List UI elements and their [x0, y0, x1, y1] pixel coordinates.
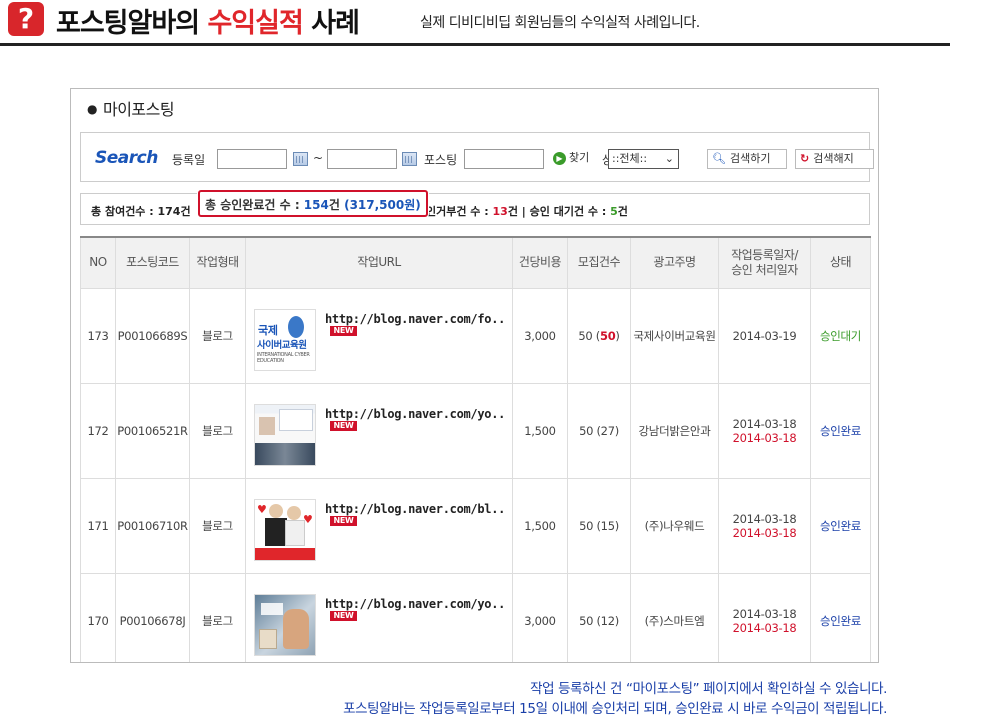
row-code: P00106521R: [115, 382, 190, 479]
row-date: 2014-03-19: [718, 287, 811, 384]
page-header: ? 포스팅알바의 수익실적 사례 실제 디비디비딥 회원님들의 수익실적 사례입…: [0, 0, 950, 46]
table-row: 172 P00106521R 블로그 http://blog.naver.com…: [80, 382, 871, 479]
col-cost: 건당비용: [512, 236, 568, 289]
new-badge: NEW: [330, 610, 357, 621]
col-status: 상태: [810, 236, 871, 289]
row-code: P00106678J: [115, 572, 190, 662]
row-advertiser: (주)스마트엠: [630, 572, 719, 662]
date-to-input[interactable]: [327, 149, 397, 169]
table-row: 173 P00106689S 블로그 국제 사이버교육원 INTERNATION…: [80, 287, 871, 384]
table-header: NO 포스팅코드 작업형태 작업URL 건당비용 모집건수 광고주명 작업등록일…: [80, 236, 871, 289]
row-cost: 3,000: [512, 287, 568, 384]
status-select[interactable]: ::전체:: ⌄: [608, 149, 679, 169]
chevron-down-icon: ⌄: [664, 152, 674, 165]
col-url: 작업URL: [245, 236, 513, 289]
footer-note: 작업 등록하신 건 “마이포스팅” 페이지에서 확인하실 수 있습니다. 포스팅…: [343, 679, 887, 719]
row-no: 170: [80, 572, 116, 662]
row-status: 승인완료: [810, 382, 871, 479]
calendar-icon[interactable]: [402, 152, 417, 166]
footer-line-1: 작업 등록하신 건 “마이포스팅” 페이지에서 확인하실 수 있습니다.: [530, 681, 887, 697]
row-url-cell: 국제 사이버교육원 INTERNATIONAL CYBER EDUCATION …: [245, 287, 513, 384]
date-from-input[interactable]: [217, 149, 287, 169]
row-url-link[interactable]: http://blog.naver.com/yo..: [325, 597, 505, 611]
row-advertiser: (주)나우웨드: [630, 477, 719, 574]
footer-line-2: 포스팅알바는 작업등록일로부터 15일 이내에 승인처리 되며, 승인완료 시 …: [343, 701, 887, 717]
row-cost: 1,500: [512, 477, 568, 574]
row-cost: 3,000: [512, 572, 568, 662]
rejected-waiting-count: 인거부건 수 : 13건 | 승인 대기건 수 : 5건: [426, 205, 628, 218]
row-code: P00106689S: [115, 287, 190, 384]
search-button[interactable]: 🔍︎ 검색하기: [707, 149, 787, 169]
row-no: 172: [80, 382, 116, 479]
find-button[interactable]: ▶ 찾기: [553, 149, 596, 169]
new-badge: NEW: [330, 420, 357, 431]
row-url-cell: http://blog.naver.com/yo.. NEW: [245, 572, 513, 662]
row-url-cell: http://blog.naver.com/yo.. NEW: [245, 382, 513, 479]
new-badge: NEW: [330, 325, 357, 336]
row-count: 50 (15): [567, 477, 631, 574]
row-type: 블로그: [189, 287, 246, 384]
thumbnail-image[interactable]: 국제 사이버교육원 INTERNATIONAL CYBER EDUCATION: [254, 308, 316, 371]
row-count: 50 (50): [567, 287, 631, 384]
row-url-link[interactable]: http://blog.naver.com/bl..: [325, 502, 505, 516]
question-icon: ?: [8, 2, 44, 36]
row-date: 2014-03-18 2014-03-18: [718, 572, 811, 662]
participate-count: 총 참여건수 : 174건: [91, 205, 191, 218]
row-code: P00106710R: [115, 477, 190, 574]
row-no: 173: [80, 287, 116, 384]
table-row: 170 P00106678J 블로그 http://blog.naver.com…: [80, 572, 871, 662]
section-title: ● 마이포스팅: [87, 100, 175, 119]
posting-label: 포스팅: [424, 153, 458, 167]
bullet-icon: ●: [87, 102, 97, 116]
col-advertiser: 광고주명: [630, 236, 719, 289]
page-subtitle: 실제 디비디비딥 회원님들의 수익실적 사례입니다.: [420, 15, 700, 31]
search-bar: Search 등록일 ~ 포스팅 ▶찾기 상태 ::전체::⌄ 🔍︎검색하기 ↻…: [80, 132, 874, 182]
posting-table: NO 포스팅코드 작업형태 작업URL 건당비용 모집건수 광고주명 작업등록일…: [80, 236, 871, 662]
col-count: 모집건수: [567, 236, 631, 289]
row-advertiser: 강남더밝은안과: [630, 382, 719, 479]
col-date: 작업등록일자/승인 처리일자: [718, 236, 811, 289]
thumbnail-image[interactable]: [254, 403, 316, 466]
refresh-icon: ↻: [800, 152, 810, 165]
row-count: 50 (12): [567, 572, 631, 662]
new-badge: NEW: [330, 515, 357, 526]
find-icon: ▶: [553, 152, 566, 165]
calendar-icon[interactable]: [293, 152, 308, 166]
row-type: 블로그: [189, 572, 246, 662]
row-status: 승인대기: [810, 287, 871, 384]
approved-count-highlight: 총 승인완료건 수 : 154건 (317,500원): [198, 190, 428, 217]
col-type: 작업형태: [189, 236, 246, 289]
page-title: 포스팅알바의 수익실적 사례: [56, 8, 360, 39]
thumbnail-image[interactable]: [254, 593, 316, 656]
thumbnail-image[interactable]: ♥ ♥: [254, 498, 316, 561]
tilde: ~: [313, 151, 324, 165]
row-cost: 1,500: [512, 382, 568, 479]
reset-button[interactable]: ↻ 검색해지: [795, 149, 874, 169]
row-date: 2014-03-18 2014-03-18: [718, 477, 811, 574]
table-row: 171 P00106710R 블로그 ♥ ♥ http://blog.naver…: [80, 477, 871, 574]
row-date: 2014-03-18 2014-03-18: [718, 382, 811, 479]
col-code: 포스팅코드: [115, 236, 190, 289]
date-label: 등록일: [172, 153, 206, 167]
col-no: NO: [80, 236, 116, 289]
myposting-panel: ●마이포스팅 Search 등록일 ~ 포스팅 ▶찾기 상태 ::전체::⌄ 🔍…: [70, 88, 879, 663]
search-icon: 🔍︎: [712, 152, 726, 165]
row-type: 블로그: [189, 382, 246, 479]
row-url-link[interactable]: http://blog.naver.com/yo..: [325, 407, 505, 421]
row-advertiser: 국제사이버교육원: [630, 287, 719, 384]
row-status: 승인완료: [810, 477, 871, 574]
row-url-cell: ♥ ♥ http://blog.naver.com/bl.. NEW: [245, 477, 513, 574]
row-url-link[interactable]: http://blog.naver.com/fo..: [325, 312, 505, 326]
row-status: 승인완료: [810, 572, 871, 662]
row-no: 171: [80, 477, 116, 574]
search-label: Search: [95, 148, 158, 168]
row-count: 50 (27): [567, 382, 631, 479]
posting-input[interactable]: [464, 149, 544, 169]
row-type: 블로그: [189, 477, 246, 574]
